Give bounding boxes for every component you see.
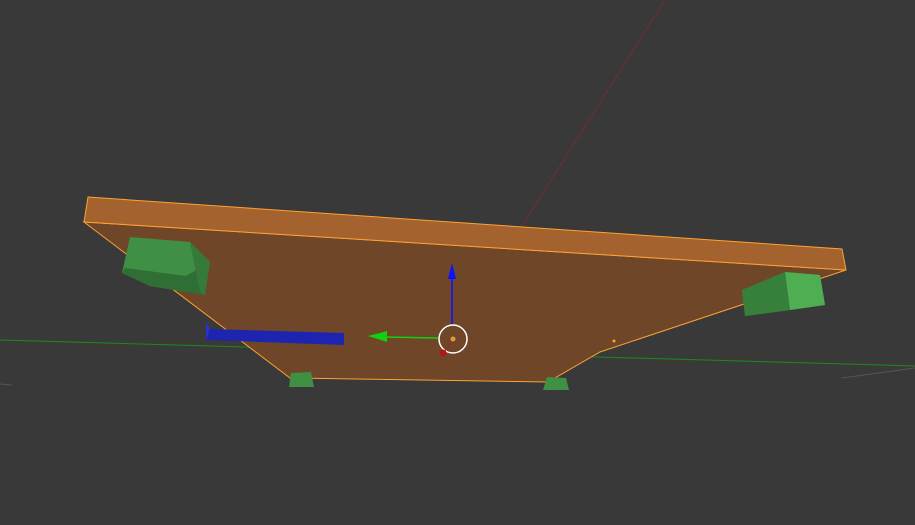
green-foot[interactable]: [543, 377, 569, 390]
gizmo-y-shaft[interactable]: [384, 336, 439, 339]
3d-viewport[interactable]: [0, 0, 915, 525]
x-axis-line: [514, 0, 666, 238]
grid-line: [841, 367, 915, 379]
grid-line: [0, 383, 13, 386]
scene[interactable]: [0, 0, 915, 525]
orange-marker: [612, 339, 616, 343]
green-foot[interactable]: [289, 372, 314, 387]
object-origin-icon: [449, 335, 457, 343]
